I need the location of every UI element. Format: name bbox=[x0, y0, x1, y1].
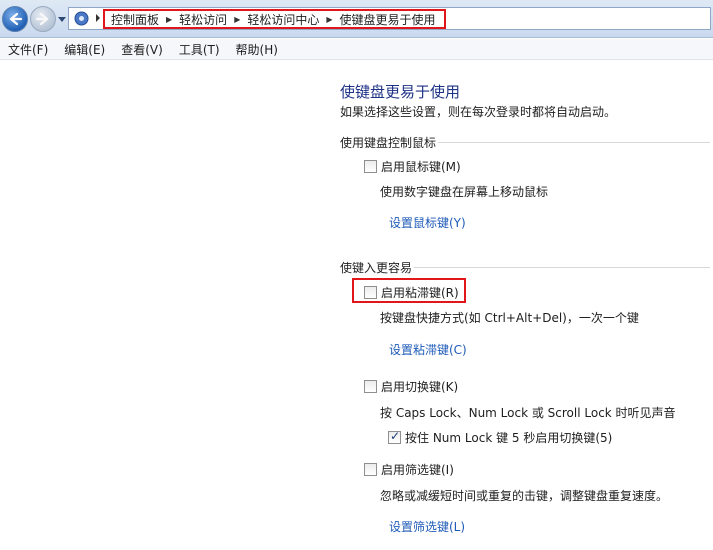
menu-tools[interactable]: 工具(T) bbox=[171, 41, 228, 58]
setup-filter-keys-link[interactable]: 设置筛选键(L) bbox=[389, 518, 465, 535]
toggle-keys-option[interactable]: 启用切换键(K) bbox=[364, 378, 458, 395]
forward-button[interactable] bbox=[30, 6, 56, 32]
page-title: 使键盘更易于使用 bbox=[340, 83, 461, 101]
mouse-keys-checkbox[interactable] bbox=[364, 160, 377, 173]
toggle-numlock-label[interactable]: 按住 Num Lock 键 5 秒启用切换键(5) bbox=[405, 429, 612, 446]
toggle-numlock-checkbox[interactable] bbox=[388, 429, 401, 444]
mouse-keys-label[interactable]: 启用鼠标键(M) bbox=[381, 158, 461, 175]
back-button[interactable] bbox=[2, 6, 28, 32]
address-bar: 控制面板 ▶ 轻松访问 ▶ 轻松访问中心 ▶ 使键盘更易于使用 bbox=[0, 0, 713, 38]
breadcrumb-ease-of-access[interactable]: 轻松访问 bbox=[175, 11, 231, 28]
group-divider bbox=[438, 142, 710, 143]
sticky-keys-checkbox[interactable] bbox=[364, 286, 377, 299]
recent-pages-dropdown[interactable] bbox=[58, 15, 66, 23]
mouse-keys-description: 使用数字键盘在屏幕上移动鼠标 bbox=[380, 185, 549, 199]
filter-keys-description: 忽略或减缓短时间或重复的击键，调整键盘重复速度。 bbox=[380, 489, 669, 503]
menu-file[interactable]: 文件(F) bbox=[0, 41, 56, 58]
toggle-numlock-option[interactable]: 按住 Num Lock 键 5 秒启用切换键(5) bbox=[388, 429, 612, 446]
page-description: 如果选择这些设置，则在每次登录时都将自动启动。 bbox=[340, 105, 617, 119]
breadcrumb: 控制面板 ▶ 轻松访问 ▶ 轻松访问中心 ▶ 使键盘更易于使用 bbox=[103, 9, 446, 29]
arrow-right-icon bbox=[36, 12, 49, 26]
group-title-mouse: 使用键盘控制鼠标 bbox=[340, 136, 437, 150]
breadcrumb-ease-of-access-center[interactable]: 轻松访问中心 bbox=[243, 11, 323, 28]
chevron-right-icon[interactable] bbox=[95, 13, 101, 23]
breadcrumb-separator[interactable]: ▶ bbox=[323, 15, 335, 24]
menu-bar: 文件(F) 编辑(E) 查看(V) 工具(T) 帮助(H) bbox=[0, 39, 713, 60]
setup-mouse-keys-link[interactable]: 设置鼠标键(Y) bbox=[389, 214, 466, 231]
breadcrumb-control-panel[interactable]: 控制面板 bbox=[107, 11, 163, 28]
address-input[interactable]: 控制面板 ▶ 轻松访问 ▶ 轻松访问中心 ▶ 使键盘更易于使用 bbox=[68, 7, 711, 30]
menu-edit[interactable]: 编辑(E) bbox=[56, 41, 113, 58]
arrow-left-icon bbox=[9, 12, 22, 26]
filter-keys-option[interactable]: 启用筛选键(I) bbox=[364, 461, 454, 478]
mouse-keys-option[interactable]: 启用鼠标键(M) bbox=[364, 158, 461, 175]
group-divider bbox=[414, 267, 710, 268]
sticky-keys-option[interactable]: 启用粘滞键(R) bbox=[364, 284, 459, 301]
filter-keys-checkbox[interactable] bbox=[364, 463, 377, 476]
filter-keys-label[interactable]: 启用筛选键(I) bbox=[381, 461, 454, 478]
toggle-keys-checkbox[interactable] bbox=[364, 380, 377, 393]
menu-view[interactable]: 查看(V) bbox=[113, 41, 171, 58]
menu-help[interactable]: 帮助(H) bbox=[228, 41, 286, 58]
toggle-keys-label[interactable]: 启用切换键(K) bbox=[381, 378, 458, 395]
sticky-keys-label[interactable]: 启用粘滞键(R) bbox=[381, 284, 459, 301]
breadcrumb-separator[interactable]: ▶ bbox=[163, 15, 175, 24]
control-panel-icon bbox=[74, 11, 89, 26]
group-title-typing: 使键入更容易 bbox=[340, 261, 413, 275]
breadcrumb-separator[interactable]: ▶ bbox=[231, 15, 243, 24]
toggle-keys-description: 按 Caps Lock、Num Lock 或 Scroll Lock 时听见声音 bbox=[380, 406, 676, 420]
sticky-keys-description: 按键盘快捷方式(如 Ctrl+Alt+Del)，一次一个键 bbox=[380, 311, 639, 325]
content-pane: 使键盘更易于使用 如果选择这些设置，则在每次登录时都将自动启动。 使用键盘控制鼠… bbox=[0, 61, 713, 550]
setup-sticky-keys-link[interactable]: 设置粘滞键(C) bbox=[389, 341, 467, 358]
breadcrumb-current-page[interactable]: 使键盘更易于使用 bbox=[336, 11, 440, 28]
